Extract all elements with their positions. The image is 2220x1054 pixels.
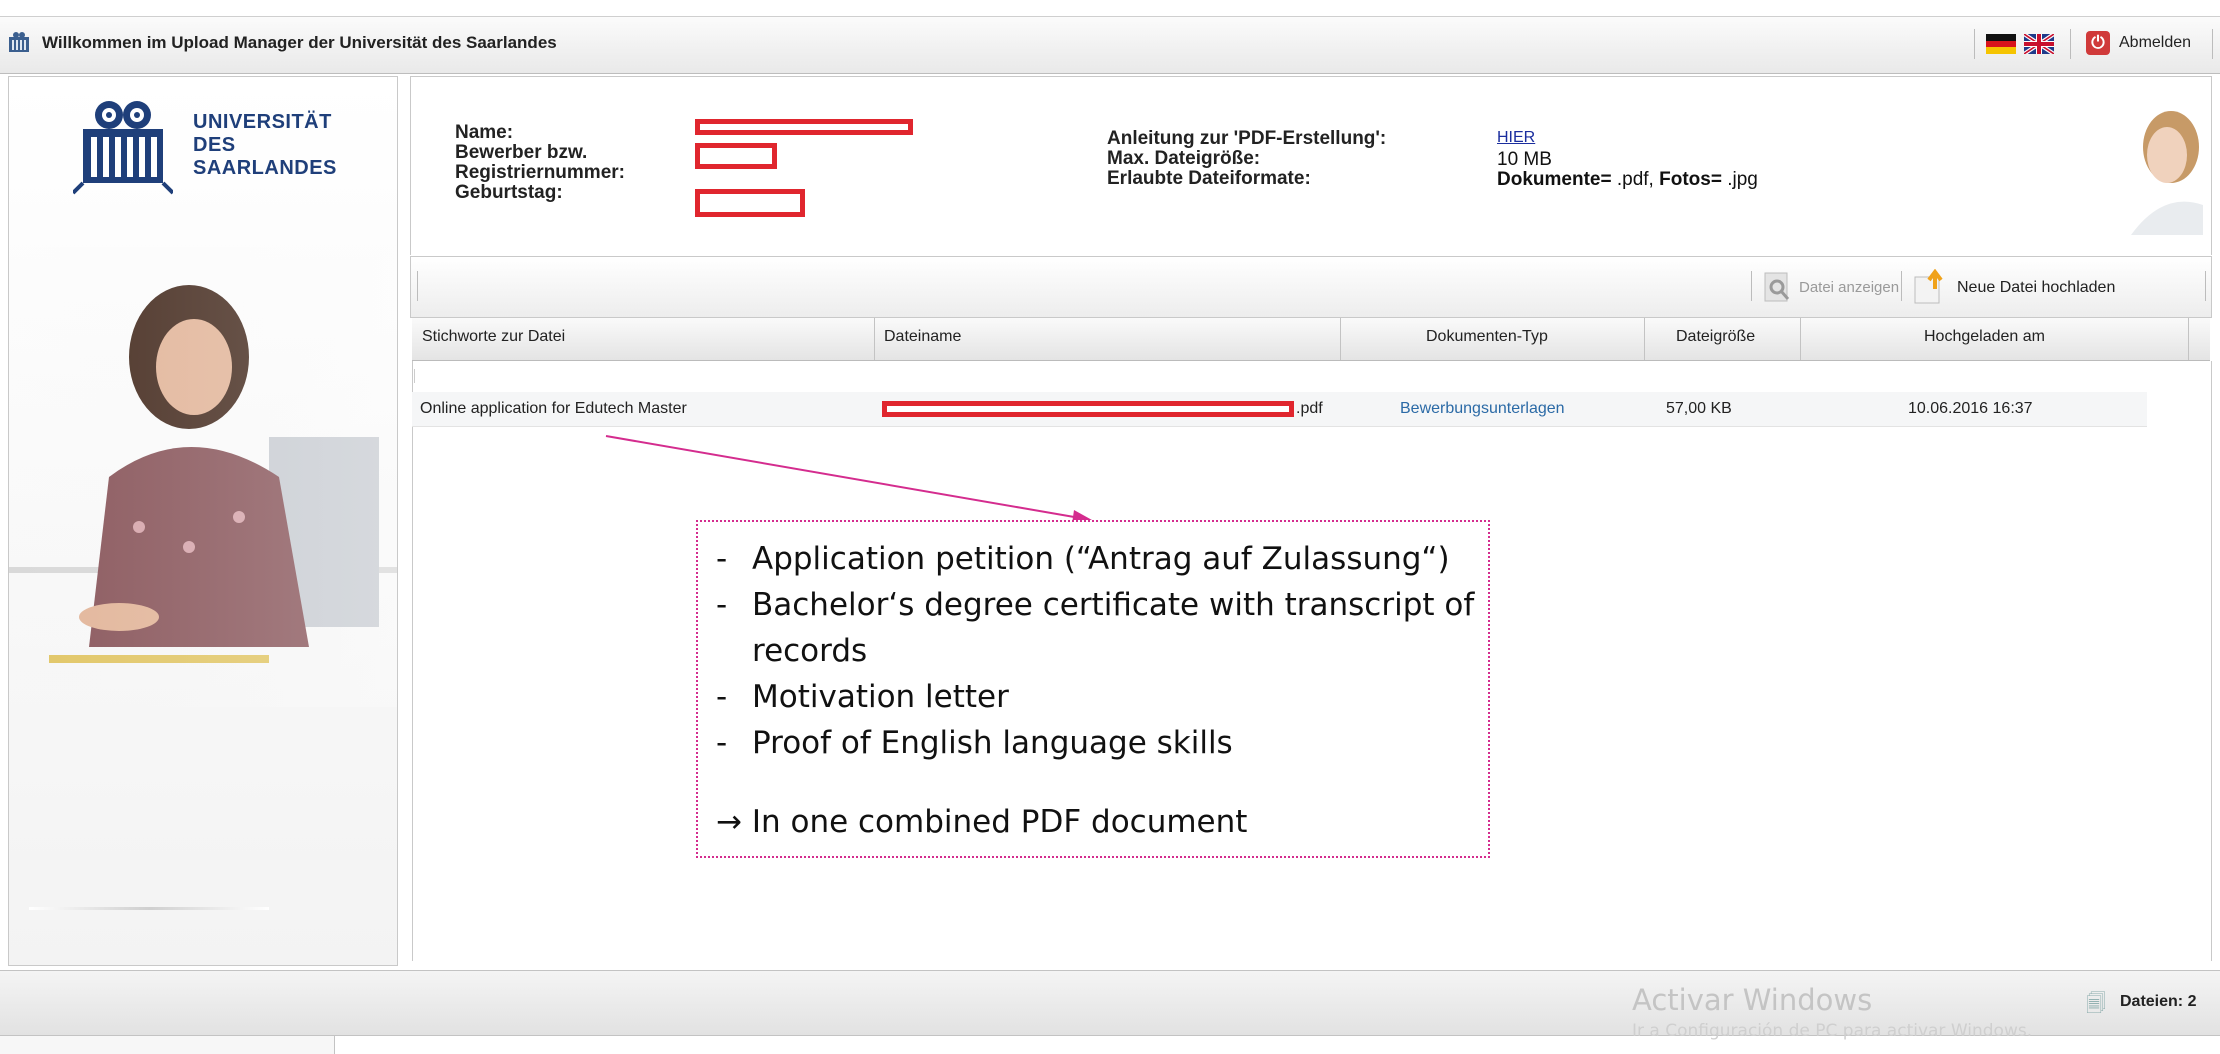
divider (1901, 271, 1902, 301)
redacted-filename (882, 401, 1294, 417)
photos-format-label: Fotos= (1659, 169, 1722, 190)
german-flag-icon[interactable] (1986, 34, 2016, 54)
divider (2212, 29, 2213, 59)
cell-doc-type: Bewerbungsunterlagen (1400, 400, 1565, 417)
magnifier-document-icon (1764, 272, 1790, 302)
note-item: Proof of English language skills (716, 720, 1476, 766)
decorative-line (29, 907, 269, 910)
docs-format-label: Dokumente= (1497, 169, 1612, 190)
applicant-info-panel: Name: Bewerber bzw. Registriernummer: Ge… (410, 76, 2212, 255)
column-separator[interactable] (874, 318, 875, 360)
registration-label: Registriernummer: (455, 162, 625, 183)
pdf-guide-link[interactable]: HIER (1497, 129, 1535, 147)
column-header-filename[interactable]: Dateiname (884, 328, 961, 346)
left-panel: UNIVERSITÄT DES SAARLANDES (8, 76, 398, 966)
max-size-value: 10 MB (1497, 149, 1552, 170)
column-header-uploaded[interactable]: Hochgeladen am (1924, 328, 2045, 346)
divider (1751, 271, 1752, 301)
university-name-line: UNIVERSITÄT (193, 111, 332, 133)
cell-size: 57,00 KB (1666, 400, 1732, 417)
column-header-doc-type[interactable]: Dokumenten-Typ (1426, 328, 1548, 346)
redacted-birthday (695, 189, 805, 217)
university-name: UNIVERSITÄT DES SAARLANDES (193, 111, 337, 180)
cell-uploaded: 10.06.2016 16:37 (1908, 400, 2033, 417)
column-separator[interactable] (1340, 318, 1341, 360)
app-title: Willkommen im Upload Manager der Univers… (42, 33, 557, 52)
divider (2205, 271, 2206, 301)
upload-icon (1914, 269, 1943, 304)
power-icon[interactable]: ⏻ (2086, 31, 2110, 55)
view-file-label: Datei anzeigen (1799, 279, 1900, 296)
view-file-button[interactable]: Datei anzeigen (1763, 267, 1899, 307)
cell-filename-ext: .pdf (1296, 400, 1323, 417)
upload-file-button[interactable]: Neue Datei hochladen (1913, 265, 2203, 309)
note-summary: → In one combined PDF document (716, 804, 1248, 840)
table-row[interactable]: Online application for Edutech Master .p… (412, 392, 2147, 427)
windows-watermark-subtitle: Ir a Configuración de PC para activar Wi… (1632, 1021, 2033, 1041)
windows-watermark-title: Activar Windows (1632, 983, 1873, 1017)
birthday-label: Geburtstag: (455, 182, 563, 203)
app-logo-icon (9, 32, 29, 52)
redacted-name (695, 119, 913, 135)
uk-flag-icon[interactable] (2024, 34, 2054, 54)
annotation-box: Application petition (“Antrag auf Zulass… (696, 520, 1490, 858)
required-documents-list: Application petition (“Antrag auf Zulass… (716, 536, 1476, 766)
column-header-keywords[interactable]: Stichworte zur Datei (422, 328, 565, 346)
university-name-line: DES (193, 134, 236, 156)
docs-format-value: .pdf, (1616, 169, 1654, 190)
university-name-line: SAARLANDES (193, 157, 337, 179)
column-separator[interactable] (1800, 318, 1801, 360)
cell-keywords: Online application for Edutech Master (420, 400, 687, 417)
status-bar: Activar Windows Ir a Configuración de PC… (0, 970, 2220, 1041)
files-icon: 🗐 (2086, 993, 2106, 1015)
bottom-tab[interactable] (0, 1036, 335, 1054)
files-count: Dateien: 2 (2120, 993, 2197, 1010)
column-separator[interactable] (2188, 318, 2189, 360)
formats-label: Erlaubte Dateiformate: (1107, 168, 1311, 189)
divider (2070, 29, 2071, 59)
note-item: Motivation letter (716, 674, 1476, 720)
formats-value: Dokumente= .pdf, Fotos= .jpg (1497, 169, 1758, 191)
logout-button[interactable]: Abmelden (2119, 34, 2191, 52)
file-toolbar: Datei anzeigen Neue Datei hochladen (410, 256, 2212, 318)
upload-file-label: Neue Datei hochladen (1957, 279, 2116, 296)
support-person-photo (2131, 111, 2203, 235)
name-label: Name: (455, 122, 514, 143)
photos-format-value: .jpg (1727, 169, 1758, 190)
filter-cursor (414, 369, 415, 383)
divider (417, 271, 418, 301)
student-photo (9, 247, 397, 707)
column-separator[interactable] (1644, 318, 1645, 360)
column-header-size[interactable]: Dateigröße (1676, 328, 1755, 346)
max-size-label: Max. Dateigröße: (1107, 148, 1261, 169)
divider (1974, 29, 1975, 59)
pdf-guide-label: Anleitung zur 'PDF-Erstellung': (1107, 128, 1387, 149)
note-item: Bachelor‘s degree certificate with trans… (716, 582, 1476, 674)
table-header: Stichworte zur Datei Dateiname Dokumente… (412, 318, 2210, 361)
note-item: Application petition (“Antrag auf Zulass… (716, 536, 1476, 582)
title-bar: Willkommen im Upload Manager der Univers… (0, 16, 2220, 74)
university-crest-icon (73, 101, 173, 195)
redacted-registration (695, 143, 777, 169)
applicant-label: Bewerber bzw. (455, 142, 588, 163)
